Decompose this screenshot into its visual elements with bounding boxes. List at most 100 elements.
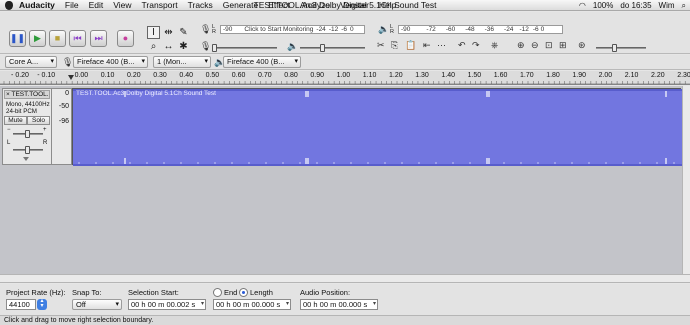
record-button[interactable]: ● — [117, 30, 134, 47]
play-head-marker[interactable] — [68, 75, 74, 80]
track-pan-slider[interactable] — [13, 146, 43, 154]
timeline-ruler[interactable]: - 0.20 - 0.10 0.00 0.10 0.20 0.30 0.40 0.50 0.60… — [0, 71, 690, 85]
zoom-tool[interactable]: ⌕ — [147, 40, 160, 53]
ruler-tick-label: 1.30 — [415, 72, 429, 79]
ruler-tick-label: 1.50 — [467, 72, 482, 79]
wifi-icon[interactable]: ◠ — [579, 0, 586, 11]
scale-label: -50 — [58, 103, 69, 110]
menu-file[interactable]: File — [60, 0, 84, 11]
playback-meter[interactable]: -90 -72 -60 -48 -36 -24 -12 -6 0 — [398, 25, 563, 34]
waveform-clip[interactable]: TEST.TOOL.Ac3 Dolby Digital 5.1Ch Sound … — [72, 88, 682, 166]
project-rate-field[interactable]: 44100 — [6, 299, 36, 310]
pan-left-icon: L — [7, 140, 11, 146]
search-icon[interactable]: ⌕ — [682, 0, 686, 11]
snap-to-dropdown[interactable]: Off ▾ — [72, 299, 122, 310]
user-name[interactable]: Wim — [659, 0, 675, 11]
menu-generate[interactable]: Generate — [218, 0, 263, 11]
apple-icon[interactable] — [5, 0, 13, 10]
track-name-menu[interactable]: × TEST.TOOL. ▾ — [4, 90, 50, 99]
clock[interactable]: do 16:35 — [620, 0, 651, 11]
menu-effect[interactable]: Effect — [263, 0, 295, 11]
vertical-scrollbar[interactable] — [682, 86, 690, 274]
ruler-tick-label: 0.80 — [284, 72, 298, 79]
menu-transport[interactable]: Transport — [137, 0, 183, 11]
zoom-in-icon[interactable]: ⊕ — [517, 40, 525, 51]
playback-device-dropdown[interactable]: Fireface 400 (B... ▾ — [223, 56, 301, 68]
menu-edit[interactable]: Edit — [84, 0, 109, 11]
ruler-tick-label: 1.90 — [572, 72, 586, 79]
speaker-icon[interactable]: 🔈 — [378, 24, 389, 35]
ruler-tick-label: 1.60 — [493, 72, 508, 79]
fit-selection-icon[interactable]: ⊡ — [545, 40, 553, 51]
i-beam-icon: I — [152, 27, 155, 38]
menu-tracks[interactable]: Tracks — [183, 0, 218, 11]
stop-icon: ■ — [54, 33, 61, 43]
battery-percentage[interactable]: 100% — [593, 0, 613, 11]
fit-project-icon[interactable]: ⊞ — [559, 40, 567, 51]
clip-name: TEST.TOOL.Ac3 Dolby Digital 5.1Ch Sound … — [76, 90, 216, 97]
audio-host-dropdown[interactable]: Core A... ▾ — [5, 56, 57, 68]
cut-icon[interactable]: ✂ — [377, 40, 385, 51]
stop-button[interactable]: ■ — [49, 30, 66, 47]
track-gain-slider[interactable] — [13, 130, 43, 138]
draw-tool[interactable]: ✎ — [177, 26, 190, 39]
recording-device-dropdown[interactable]: Fireface 400 (B... ▾ — [73, 56, 148, 68]
collapse-track-icon[interactable] — [23, 157, 29, 161]
selection-start-field[interactable]: 00 h 00 m 00.002 s ▾ — [128, 299, 206, 310]
pause-button[interactable]: ❚❚ — [9, 30, 26, 47]
ruler-tick-label: 1.40 — [441, 72, 455, 79]
menu-app-name[interactable]: Audacity — [13, 0, 60, 11]
recording-channels-dropdown[interactable]: 1 (Mon... ▾ — [153, 56, 211, 68]
horizontal-scrollbar[interactable] — [0, 274, 690, 283]
microphone-icon[interactable]: 🎙 — [200, 24, 211, 35]
menu-help[interactable]: Help — [374, 0, 401, 11]
solo-button[interactable]: Solo — [27, 116, 50, 125]
track-vertical-scale[interactable]: 0 -50 -96 — [52, 88, 72, 165]
skip-start-button[interactable]: ⏮ — [69, 30, 86, 47]
sync-lock-icon[interactable]: ⎈ — [491, 40, 498, 51]
slider-knob[interactable] — [320, 44, 325, 52]
menu-view[interactable]: View — [108, 0, 136, 11]
track-area[interactable]: × TEST.TOOL. ▾ Mono, 44100Hz 24-bit PCM … — [0, 86, 690, 274]
playback-volume-slider[interactable] — [300, 44, 365, 52]
project-rate-stepper[interactable]: ▴ ▾ — [37, 298, 47, 310]
play-speed-slider[interactable] — [596, 44, 646, 52]
record-volume-slider[interactable] — [212, 44, 277, 52]
redo-icon[interactable]: ↷ — [472, 40, 480, 51]
timeshift-tool[interactable]: ↔ — [162, 40, 175, 53]
microphone-icon: 🎙 — [62, 57, 74, 67]
scale-label: -96 — [58, 118, 69, 125]
ruler-tick-label: 2.20 — [650, 72, 665, 79]
play-button[interactable]: ▶ — [29, 30, 46, 47]
ruler-tick-label: 0.50 — [205, 72, 220, 79]
length-radio[interactable] — [239, 288, 248, 297]
meter-hint[interactable]: Click to Start Monitoring — [244, 26, 313, 33]
selection-tool[interactable]: I — [147, 26, 160, 39]
chevron-down-icon: ▾ — [285, 301, 289, 307]
system-tray: ◠ 100% do 16:35 Wim ⌕ — [579, 0, 686, 11]
slider-knob[interactable] — [212, 44, 217, 52]
mute-button[interactable]: Mute — [4, 116, 27, 125]
audio-position-field[interactable]: 00 h 00 m 00.000 s ▾ — [300, 299, 378, 310]
slider-knob[interactable] — [25, 146, 30, 154]
trim-icon[interactable]: ⇤ — [423, 40, 431, 51]
multi-tool[interactable]: ✱ — [177, 40, 190, 53]
ruler-tick-label: 1.70 — [519, 72, 534, 79]
close-track-icon[interactable]: × — [6, 91, 10, 98]
play-at-speed-icon[interactable]: ⊛ — [578, 40, 586, 51]
silence-icon[interactable]: ⋯ — [437, 40, 446, 51]
undo-icon[interactable]: ↶ — [458, 40, 466, 51]
menu-venster[interactable]: Venster — [335, 0, 374, 11]
end-radio[interactable] — [213, 288, 222, 297]
record-meter[interactable]: -90 Click to Start Monitoring -24 -12 -6 0 — [220, 25, 365, 34]
slider-knob[interactable] — [25, 130, 30, 138]
copy-icon[interactable]: ⎘ — [391, 40, 398, 51]
paste-icon[interactable]: 📋 — [405, 40, 416, 51]
envelope-tool[interactable]: ⇹ — [162, 26, 175, 39]
ruler-tick-label: 0.40 — [179, 72, 193, 79]
zoom-out-icon[interactable]: ⊖ — [531, 40, 539, 51]
length-field[interactable]: 00 h 00 m 00.000 s ▾ — [213, 299, 291, 310]
skip-end-button[interactable]: ⏭ — [90, 30, 107, 47]
slider-knob[interactable] — [612, 44, 617, 52]
menu-analyze[interactable]: Analyze — [295, 0, 335, 11]
